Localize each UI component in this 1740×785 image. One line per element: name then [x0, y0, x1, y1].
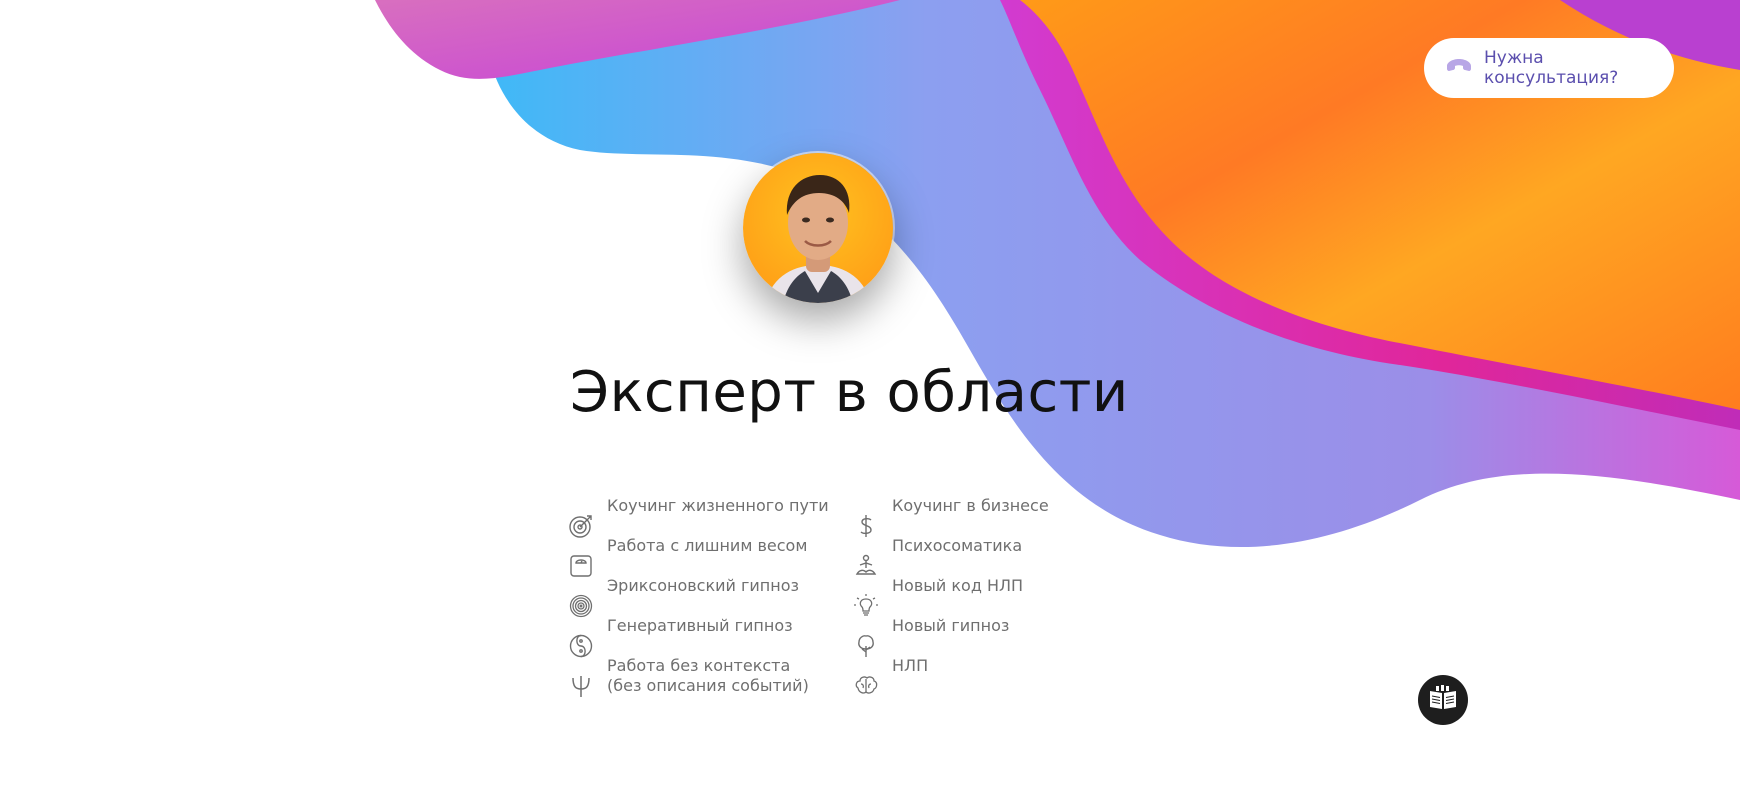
skill-label: Генеративный гипноз: [607, 616, 793, 635]
skill-label: Коучинг жизненного пути: [607, 496, 829, 515]
list-item: Эриксоновский гипноз: [568, 573, 800, 618]
lightbulb-icon: [853, 573, 879, 616]
meditation-icon: [853, 533, 879, 575]
psi-icon: [568, 653, 594, 697]
list-item: Новый код НЛП: [853, 573, 1024, 616]
brain-icon: [853, 653, 879, 694]
consultation-button-label: Нужна консультация?: [1484, 48, 1619, 88]
list-item: Новый гипноз: [853, 613, 1010, 657]
skill-label: НЛП: [892, 656, 929, 675]
book-button[interactable]: [1418, 675, 1468, 725]
skill-label: Работа с лишним весом: [607, 536, 808, 555]
phone-icon: [1444, 57, 1474, 79]
scale-icon: [568, 533, 594, 577]
list-item: Психосоматика: [853, 533, 1023, 575]
skill-label: Эриксоновский гипноз: [607, 576, 800, 595]
tree-icon: [853, 613, 879, 657]
dollar-icon: [853, 493, 879, 537]
list-item: Коучинг в бизнесе: [853, 493, 1049, 537]
target-icon: [568, 493, 594, 538]
skill-label: Новый код НЛП: [892, 576, 1024, 595]
consultation-button[interactable]: Нужна консультация?: [1424, 38, 1674, 98]
avatar: [743, 153, 893, 303]
list-item: Коучинг жизненного пути: [568, 493, 829, 538]
skill-label: Работа без контекста (без описания событ…: [607, 656, 809, 695]
skill-label: Психосоматика: [892, 536, 1023, 555]
skill-label: Новый гипноз: [892, 616, 1010, 635]
list-item: НЛП: [853, 653, 929, 694]
list-item: Генеративный гипноз: [568, 613, 793, 658]
spiral-icon: [568, 573, 594, 618]
list-item: Работа без контекста (без описания событ…: [568, 653, 809, 697]
book-icon: [1428, 684, 1458, 716]
page-title: Эксперт в области: [570, 360, 1129, 425]
skill-label: Коучинг в бизнесе: [892, 496, 1049, 515]
list-item: Работа с лишним весом: [568, 533, 808, 577]
yin-yang-icon: [568, 613, 594, 658]
